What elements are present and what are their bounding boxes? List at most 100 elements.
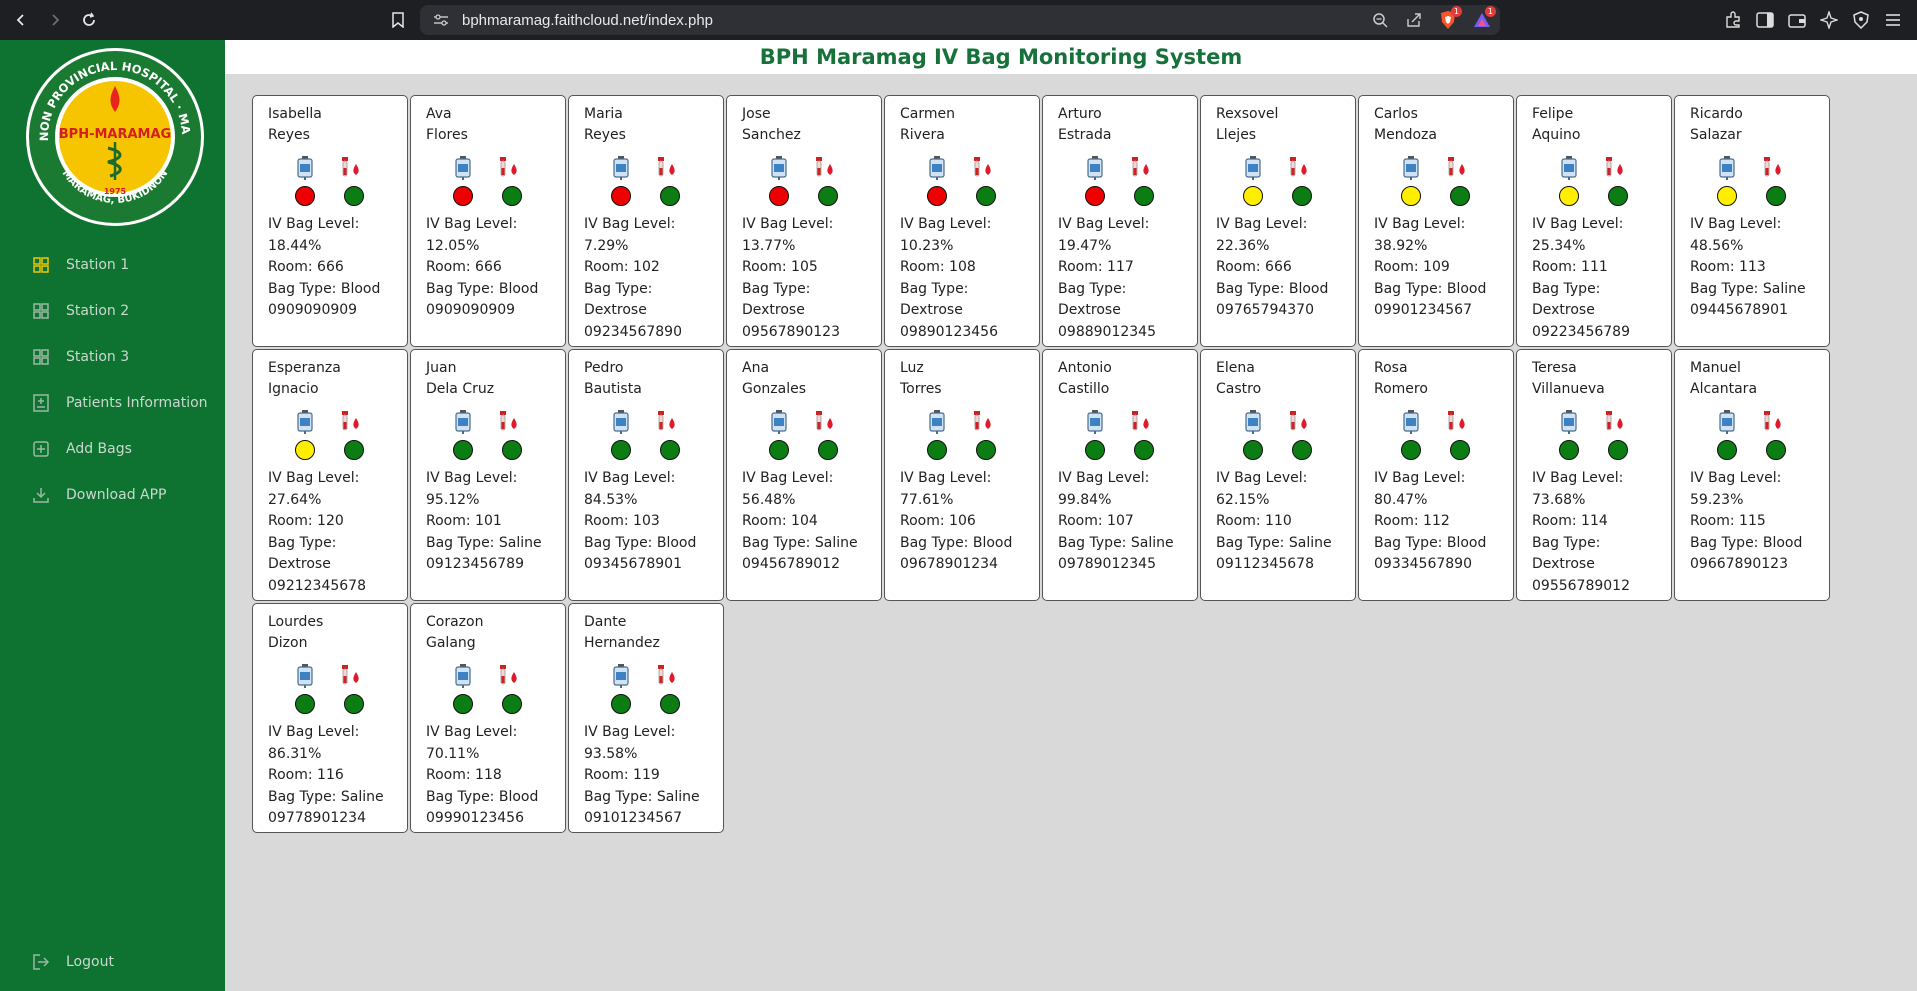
iv-bag-icon: [769, 410, 789, 438]
blood-drop-icon: [339, 410, 363, 438]
leo-ai-icon[interactable]: [1817, 8, 1841, 32]
address-bar[interactable]: bphmaramag.faithcloud.net/index.php 1 1: [420, 5, 1500, 35]
sidebar-toggle-icon[interactable]: [1753, 8, 1777, 32]
sidebar-item-station-1[interactable]: Station 1: [0, 242, 225, 288]
bag-type-row: Bag Type: Blood: [1374, 279, 1505, 301]
room-row: Room: 120: [268, 511, 399, 533]
patient-first-name: Esperanza: [268, 360, 341, 376]
patient-first-name: Dante: [584, 614, 627, 630]
sidebar-item-label: Station 2: [66, 303, 130, 319]
bag-type-label: Bag Type:: [1374, 534, 1443, 551]
logout-button[interactable]: Logout: [0, 944, 225, 980]
sidebar-item-label: Patients Information: [66, 395, 208, 411]
zoom-icon[interactable]: [1368, 8, 1392, 32]
flow-status-indicator: [976, 440, 996, 460]
room-row: Room: 118: [426, 765, 557, 787]
patient-card[interactable]: Ricardo Salazar IV Bag Level: 48.56% Room: …: [1674, 95, 1830, 347]
patient-card[interactable]: Jose Sanchez IV Bag Level: 13.77% Room: 105…: [726, 95, 882, 347]
room-label: Room:: [426, 513, 471, 529]
patient-card[interactable]: Ava Flores IV Bag Level: 12.05% Room: 666 Ba…: [410, 95, 566, 347]
sidebar-item-download-app[interactable]: Download APP: [0, 472, 225, 518]
patient-card[interactable]: Rexsovel Llejes IV Bag Level: 22.36% Room: …: [1200, 95, 1356, 347]
room-value: 112: [1423, 513, 1450, 529]
room-row: Room: 114: [1532, 511, 1663, 533]
bag-type-label: Bag Type:: [426, 788, 495, 805]
patient-first-name: Luz: [900, 360, 924, 376]
sidebar-item-patients-information[interactable]: Patients Information: [0, 380, 225, 426]
sidebar-item-station-3[interactable]: Station 3: [0, 334, 225, 380]
iv-level-value: 77.61%: [900, 491, 954, 508]
bag-type-row: Bag Type: Dextrose: [268, 533, 399, 576]
patient-card[interactable]: Carlos Mendoza IV Bag Level: 38.92% Room: 1…: [1358, 95, 1514, 347]
site-settings-icon[interactable]: [432, 11, 450, 29]
flow-status-indicator: [1134, 186, 1154, 206]
iv-bag-icon: [1243, 410, 1263, 438]
url-text[interactable]: bphmaramag.faithcloud.net/index.php: [462, 12, 713, 29]
room-row: Room: 666: [1216, 257, 1347, 279]
patient-card[interactable]: Rosa Romero IV Bag Level: 80.47% Room: 112 B…: [1358, 349, 1514, 601]
patient-card[interactable]: Arturo Estrada IV Bag Level: 19.47% Room: 1…: [1042, 95, 1198, 347]
patient-last-name: Dizon: [268, 635, 308, 651]
room-label: Room:: [268, 259, 313, 275]
room-label: Room:: [900, 513, 945, 529]
iv-level-status-indicator: [927, 186, 947, 206]
iv-bag-icon: [1401, 156, 1421, 184]
iv-bag-icon: [611, 156, 631, 184]
iv-level-status-indicator: [611, 186, 631, 206]
patient-card[interactable]: Carmen Rivera IV Bag Level: 10.23% Room: 10…: [884, 95, 1040, 347]
room-label: Room:: [268, 513, 313, 529]
patient-card[interactable]: Felipe Aquino IV Bag Level: 25.34% Room: 11…: [1516, 95, 1672, 347]
patient-card[interactable]: Luz Torres IV Bag Level: 77.61% Room: 106 Ba…: [884, 349, 1040, 601]
bag-type-row: Bag Type: Blood: [426, 787, 557, 809]
share-icon[interactable]: [1402, 8, 1426, 32]
iv-level-status-indicator: [1717, 440, 1737, 460]
blood-drop-icon: [971, 410, 995, 438]
room-row: Room: 107: [1058, 511, 1189, 533]
bookmark-button[interactable]: [386, 8, 410, 32]
sidebar-item-add-bags[interactable]: Add Bags: [0, 426, 225, 472]
patient-card[interactable]: Dante Hernandez IV Bag Level: 93.58% Room: …: [568, 603, 724, 833]
bag-type-value: Saline: [340, 788, 384, 805]
patient-card[interactable]: Pedro Bautista IV Bag Level: 84.53% Room: 1…: [568, 349, 724, 601]
extensions-icon[interactable]: [1721, 8, 1745, 32]
patient-card[interactable]: Juan Dela Cruz IV Bag Level: 95.12% Room: 1…: [410, 349, 566, 601]
room-row: Room: 666: [426, 257, 557, 279]
brave-shields-icon[interactable]: 1: [1436, 6, 1462, 32]
menu-icon[interactable]: [1881, 8, 1905, 32]
patient-last-name: Alcantara: [1690, 381, 1758, 397]
patient-card[interactable]: Manuel Alcantara IV Bag Level: 59.23% Room:…: [1674, 349, 1830, 601]
blood-drop-icon: [655, 410, 679, 438]
bag-type-label: Bag Type:: [1216, 280, 1285, 297]
patient-card[interactable]: Corazon Galang IV Bag Level: 70.11% Room: 1…: [410, 603, 566, 833]
patient-card[interactable]: Lourdes Dizon IV Bag Level: 86.31% Room: 11…: [252, 603, 408, 833]
patient-card[interactable]: Teresa Villanueva IV Bag Level: 73.68% Room…: [1516, 349, 1672, 601]
iv-level-label: IV Bag Level:: [584, 470, 676, 486]
contact-number: 09445678901: [1690, 302, 1788, 318]
sidebar-item-station-2[interactable]: Station 2: [0, 288, 225, 334]
patient-card[interactable]: Maria Reyes IV Bag Level: 7.29% Room: 102 Ba…: [568, 95, 724, 347]
bag-type-value: Blood: [340, 280, 381, 297]
patient-last-name: Rivera: [900, 127, 945, 143]
brave-rewards-icon[interactable]: 1: [1470, 6, 1496, 32]
wallet-icon[interactable]: [1785, 8, 1809, 32]
vpn-icon[interactable]: [1849, 8, 1873, 32]
blood-drop-icon: [813, 156, 837, 184]
bag-type-row: Bag Type: Saline: [1216, 533, 1347, 555]
hospital-logo[interactable]: BUKIDNON PROVINCIAL HOSPITAL · MARAMAG M…: [18, 35, 206, 228]
iv-level-row: IV Bag Level: 77.61%: [900, 468, 1031, 511]
logout-label: Logout: [66, 954, 114, 970]
patient-card[interactable]: Elena Castro IV Bag Level: 62.15% Room: 110…: [1200, 349, 1356, 601]
patient-card[interactable]: Antonio Castillo IV Bag Level: 99.84% Room:…: [1042, 349, 1198, 601]
bag-type-value: Blood: [1446, 280, 1487, 297]
room-label: Room:: [1690, 513, 1735, 529]
patient-card[interactable]: Esperanza Ignacio IV Bag Level: 27.64% Room…: [252, 349, 408, 601]
iv-level-row: IV Bag Level: 18.44%: [268, 214, 399, 257]
patient-card[interactable]: Ana Gonzales IV Bag Level: 56.48% Room: 104…: [726, 349, 882, 601]
reload-button[interactable]: [76, 7, 102, 33]
patient-card[interactable]: Isabella Reyes IV Bag Level: 18.44% Room: 6…: [252, 95, 408, 347]
back-button[interactable]: [8, 7, 34, 33]
iv-level-label: IV Bag Level:: [1216, 470, 1308, 486]
bag-type-value: Blood: [972, 534, 1013, 551]
room-row: Room: 103: [584, 511, 715, 533]
forward-button[interactable]: [42, 7, 68, 33]
